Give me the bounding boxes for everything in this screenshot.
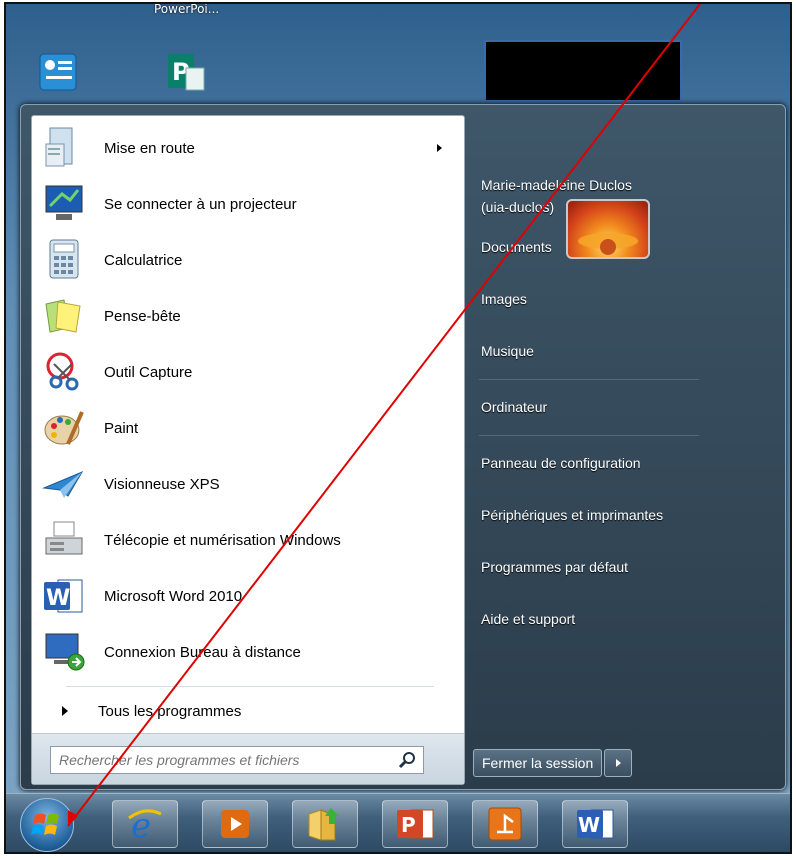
word-icon: W bbox=[42, 574, 86, 618]
getting-started-icon bbox=[42, 126, 86, 170]
desktop-dashboard-icon[interactable] bbox=[38, 50, 78, 94]
taskbar-internet-explorer[interactable]: e bbox=[112, 800, 178, 848]
file-explorer-icon bbox=[308, 808, 339, 841]
program-word[interactable]: W Microsoft Word 2010 bbox=[42, 570, 456, 622]
word-icon: W bbox=[577, 809, 614, 839]
program-snipping-tool[interactable]: Outil Capture bbox=[42, 346, 456, 398]
taskbar-file-explorer[interactable] bbox=[292, 800, 358, 848]
program-getting-started[interactable]: Mise en route bbox=[42, 122, 456, 174]
all-programs-button[interactable]: Tous les programmes bbox=[62, 696, 241, 726]
program-remote-desktop[interactable]: Connexion Bureau à distance bbox=[42, 626, 456, 678]
right-item-help-support[interactable]: Aide et support bbox=[481, 611, 575, 627]
arrow-right-icon bbox=[615, 759, 621, 767]
program-xps-viewer[interactable]: Visionneuse XPS bbox=[42, 458, 456, 510]
right-item-control-panel[interactable]: Panneau de configuration bbox=[481, 455, 641, 471]
right-item-documents[interactable]: Documents bbox=[481, 239, 552, 255]
taskbar: e P W bbox=[6, 793, 790, 852]
fax-scan-icon bbox=[42, 518, 86, 562]
shutdown-options-button[interactable] bbox=[604, 749, 633, 777]
projector-icon bbox=[42, 182, 86, 226]
sticky-notes-icon bbox=[42, 294, 86, 338]
right-item-computer[interactable]: Ordinateur bbox=[481, 399, 547, 415]
desktop-publisher-icon[interactable]: P bbox=[166, 50, 206, 94]
search-icon[interactable] bbox=[398, 751, 416, 769]
right-item-devices-printers[interactable]: Périphériques et imprimantes bbox=[481, 507, 663, 523]
submenu-arrow-icon bbox=[437, 144, 442, 152]
program-sticky-notes[interactable]: Pense-bête bbox=[42, 290, 456, 342]
paint-icon bbox=[42, 406, 86, 450]
calculator-icon bbox=[42, 238, 86, 282]
search-bar-area bbox=[32, 733, 464, 784]
right-item-images[interactable]: Images bbox=[481, 291, 527, 307]
media-player-icon bbox=[221, 810, 249, 838]
svg-text:W: W bbox=[578, 813, 600, 837]
powerpoint-icon: P bbox=[397, 809, 434, 839]
taskbar-presenter[interactable] bbox=[472, 800, 538, 848]
taskbar-powerpoint[interactable]: P bbox=[382, 800, 448, 848]
remote-desktop-icon bbox=[42, 630, 86, 674]
user-picture[interactable] bbox=[566, 199, 650, 259]
right-item-music[interactable]: Musique bbox=[481, 343, 534, 359]
expand-arrow-icon bbox=[62, 706, 68, 716]
redacted-region bbox=[484, 40, 682, 102]
user-login[interactable]: (uia-duclos) bbox=[481, 199, 554, 215]
program-list-pane: Mise en route Se connecter à un projecte… bbox=[31, 115, 465, 785]
internet-explorer-icon: e bbox=[128, 806, 162, 844]
presenter-icon bbox=[488, 807, 522, 841]
xps-viewer-icon bbox=[42, 462, 86, 506]
svg-text:W: W bbox=[46, 586, 70, 611]
shutdown-group: Fermer la session bbox=[473, 749, 633, 777]
program-projector[interactable]: Se connecter à un projecteur bbox=[42, 178, 456, 230]
right-separator bbox=[479, 435, 699, 436]
screenshot-frame: PowerPoi... P Mise en route Se connecter… bbox=[4, 2, 792, 854]
desktop-icon-label: PowerPoi... bbox=[154, 2, 220, 16]
start-menu: Mise en route Se connecter à un projecte… bbox=[20, 104, 786, 790]
svg-text:P: P bbox=[401, 813, 416, 837]
right-item-default-programs[interactable]: Programmes par défaut bbox=[481, 559, 628, 575]
logoff-button[interactable]: Fermer la session bbox=[473, 749, 603, 777]
start-orb[interactable] bbox=[20, 798, 74, 852]
search-input[interactable] bbox=[50, 746, 424, 774]
program-list-separator bbox=[66, 686, 434, 687]
program-paint[interactable]: Paint bbox=[42, 402, 456, 454]
program-calculator[interactable]: Calculatrice bbox=[42, 234, 456, 286]
user-name[interactable]: Marie-madeleine Duclos bbox=[481, 177, 632, 193]
snipping-tool-icon bbox=[42, 350, 86, 394]
taskbar-media-player[interactable] bbox=[202, 800, 268, 848]
taskbar-word[interactable]: W bbox=[562, 800, 628, 848]
program-fax-scan[interactable]: Télécopie et numérisation Windows bbox=[42, 514, 456, 566]
right-separator bbox=[479, 379, 699, 380]
